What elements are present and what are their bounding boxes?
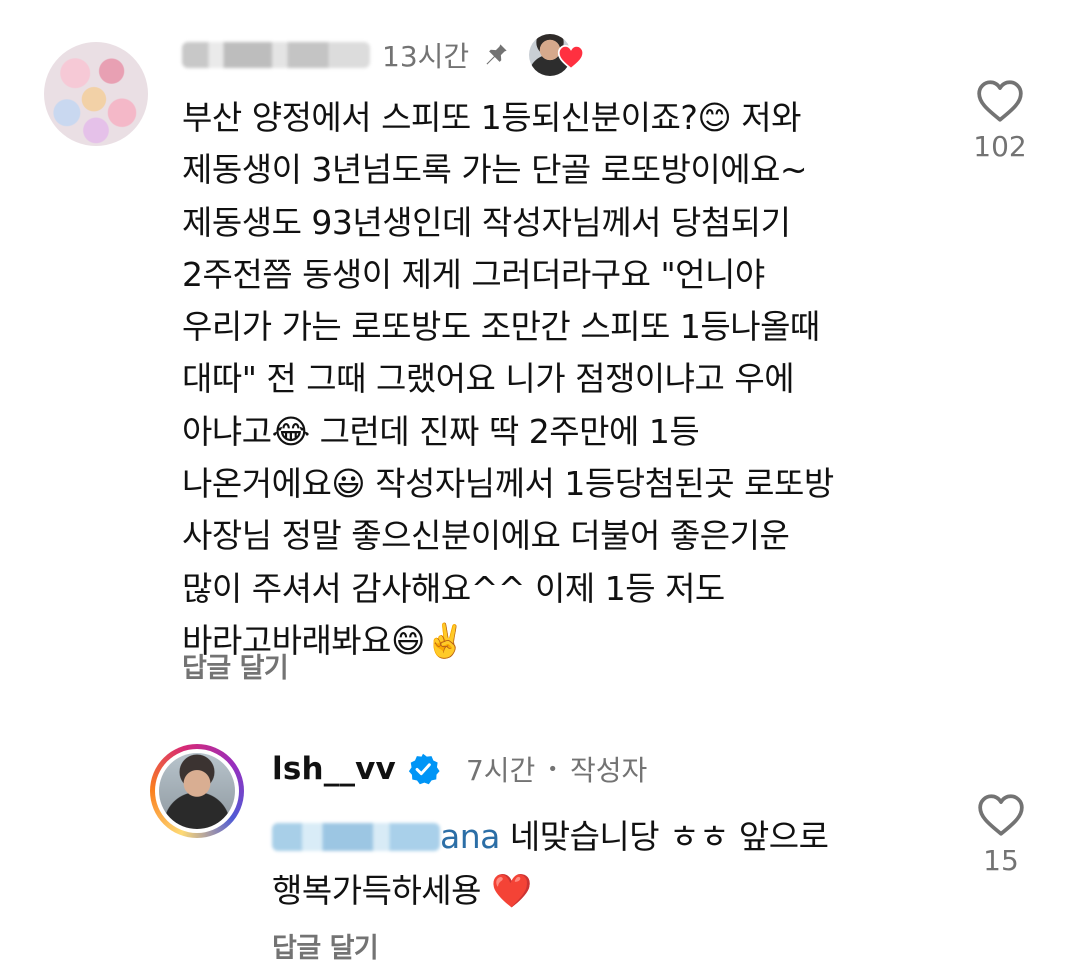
replier-username[interactable]: lsh__vv xyxy=(272,751,396,787)
creator-heart-icon xyxy=(558,45,585,70)
reply-button[interactable]: 답글 달기 xyxy=(182,646,289,685)
reply-body: ana 네맞습니당 ㅎㅎ 앞으로 행복가득하세용 ❤️ xyxy=(272,810,932,918)
reply-meta: lsh__vv 7시간 • 작성자 xyxy=(272,746,647,792)
comment-time: 13시간 xyxy=(382,40,470,73)
comment-body: 부산 양정에서 스피또 1등되신분이죠?😊 저와 제동생이 3년넘도록 가는 단… xyxy=(182,98,834,660)
like-count: 102 xyxy=(973,130,1027,163)
liked-by-creator xyxy=(529,34,585,76)
comment-meta: 13시간 xyxy=(182,34,585,76)
commenter-avatar[interactable] xyxy=(44,42,148,146)
commenter-username-redacted[interactable] xyxy=(182,42,370,68)
reply-like: 15 xyxy=(973,792,1029,877)
replier-avatar[interactable] xyxy=(150,744,244,838)
comment-thread: 13시간 부산 양정에서 스피또 1등되신분이죠?😊 저와 제동생이 3년넘도록… xyxy=(0,0,1080,974)
heart-outline-icon[interactable] xyxy=(976,792,1026,838)
reply-button[interactable]: 답글 달기 xyxy=(272,926,379,965)
heart-outline-icon[interactable] xyxy=(975,78,1025,124)
reply-time: 7시간 xyxy=(465,754,536,787)
mention-tail[interactable]: ana xyxy=(440,817,500,856)
meta-separator: • xyxy=(547,758,558,780)
like-count: 15 xyxy=(983,844,1019,877)
comment-like: 102 xyxy=(972,78,1028,163)
pin-icon xyxy=(481,40,511,70)
author-label: 작성자 xyxy=(569,754,648,787)
verified-badge-icon xyxy=(408,753,440,785)
mention-redacted[interactable] xyxy=(272,823,440,851)
replier-avatar-photo xyxy=(159,753,235,829)
